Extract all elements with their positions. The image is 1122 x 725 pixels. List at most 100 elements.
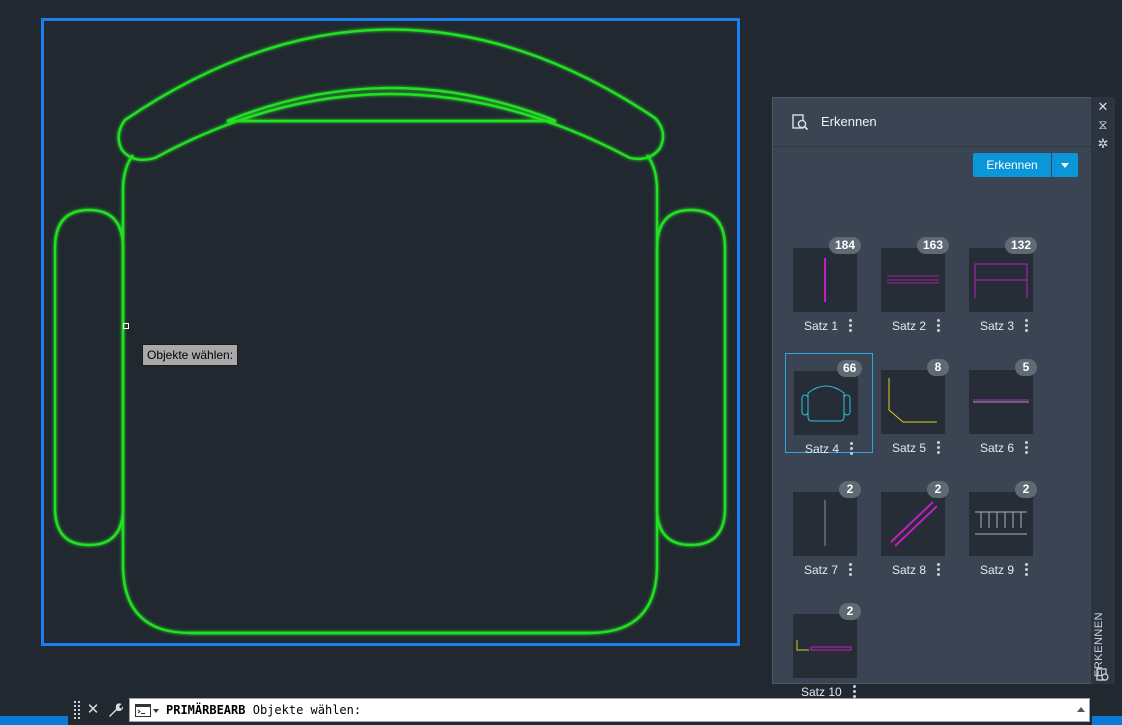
kebab-dot (937, 324, 940, 327)
chevron-up-icon[interactable] (1077, 707, 1085, 712)
wrench-icon[interactable] (106, 701, 124, 719)
selection-frame[interactable] (41, 18, 740, 646)
erkennen-split-button[interactable]: Erkennen (973, 153, 1078, 177)
erkennen-palette: Erkennen Erkennen 184 Satz 1 163 Satz 2 132 S… (772, 97, 1092, 699)
command-line-input[interactable]: PRIMÄRBEARB Objekte wählen: (129, 698, 1090, 722)
chair-backrest-outer (117, 28, 665, 161)
more-options-icon[interactable] (848, 563, 854, 579)
set-thumbnail-graphic (887, 275, 939, 284)
set-thumbnail-graphic (824, 258, 826, 302)
set-thumbnail-graphic (888, 378, 937, 423)
set-label: Satz 5 (892, 441, 927, 455)
more-options-icon[interactable] (936, 441, 942, 457)
kebab-dot (853, 690, 856, 693)
command-line-text: PRIMÄRBEARB Objekte wählen: (166, 703, 361, 717)
kebab-dot (1025, 319, 1028, 322)
pickbox-cursor (123, 323, 129, 329)
kebab-dot (1025, 324, 1028, 327)
kebab-dot (853, 685, 856, 688)
set-tile[interactable]: 132 Satz 3 (961, 231, 1049, 333)
erkennen-button[interactable]: Erkennen (973, 153, 1051, 177)
properties-gear-icon[interactable]: ✲ (1095, 136, 1111, 152)
set-thumbnail[interactable] (881, 492, 945, 556)
close-icon[interactable]: ✕ (1095, 99, 1111, 115)
status-strip (0, 716, 68, 725)
search-document-icon (792, 114, 809, 131)
right-armrest (655, 208, 727, 547)
set-thumbnail[interactable] (969, 370, 1033, 434)
set-label: Satz 2 (892, 319, 927, 333)
set-thumbnail-graphic (801, 385, 851, 422)
kebab-dot (1025, 441, 1028, 444)
kebab-dot (1025, 329, 1028, 332)
kebab-dot (850, 447, 853, 450)
more-options-icon[interactable] (936, 319, 942, 335)
count-badge: 2 (927, 481, 949, 498)
set-tile[interactable]: 2 Satz 9 (961, 475, 1049, 577)
more-options-icon[interactable] (1024, 319, 1030, 335)
count-badge: 132 (1005, 237, 1038, 254)
close-icon[interactable]: ✕ (85, 699, 101, 721)
set-tile[interactable]: 2 Satz 8 (873, 475, 961, 577)
chair-seat (121, 154, 659, 635)
left-armrest (53, 208, 125, 547)
kebab-dot (937, 446, 940, 449)
search-document-icon[interactable] (1095, 667, 1111, 683)
kebab-dot (937, 568, 940, 571)
set-thumbnail[interactable] (793, 492, 857, 556)
set-label: Satz 8 (892, 563, 927, 577)
status-strip (1092, 716, 1122, 725)
set-tile[interactable]: 66 Satz 4 (785, 353, 873, 456)
set-thumbnail[interactable] (969, 492, 1033, 556)
kebab-dot (849, 573, 852, 576)
set-thumbnail[interactable] (794, 371, 858, 435)
count-badge: 184 (829, 237, 862, 254)
set-thumbnail[interactable] (881, 248, 945, 312)
set-tile[interactable]: 2 Satz 7 (785, 475, 873, 577)
kebab-dot (850, 442, 853, 445)
set-label: Satz 10 (801, 685, 842, 699)
chevron-down-icon[interactable] (1052, 153, 1078, 177)
kebab-dot (937, 573, 940, 576)
set-tile[interactable]: 2 Satz 10 (785, 597, 873, 699)
set-thumbnail[interactable] (969, 248, 1033, 312)
more-options-icon[interactable] (936, 563, 942, 579)
count-badge: 8 (927, 359, 949, 376)
set-thumbnail[interactable] (793, 248, 857, 312)
set-thumbnail[interactable] (793, 614, 857, 678)
set-thumbnail-graphic (973, 399, 1029, 403)
command-line-grip-icon[interactable] (72, 698, 82, 722)
count-badge: 2 (839, 603, 861, 620)
set-tile[interactable]: 8 Satz 5 (873, 353, 961, 455)
kebab-dot (849, 324, 852, 327)
more-options-icon[interactable] (1024, 563, 1030, 579)
armchair-block[interactable] (53, 28, 727, 635)
set-thumbnail-graphic (890, 501, 938, 547)
kebab-dot (849, 568, 852, 571)
kebab-dot (937, 329, 940, 332)
kebab-dot (849, 563, 852, 566)
count-badge: 66 (837, 360, 863, 377)
set-thumbnail-graphic (796, 640, 852, 651)
kebab-dot (849, 329, 852, 332)
set-thumbnail-graphic (974, 263, 1028, 298)
command-prompt-icon[interactable] (135, 704, 151, 717)
autohide-icon[interactable]: ⧖ (1095, 117, 1111, 133)
chevron-down-icon[interactable] (153, 709, 159, 713)
more-options-icon[interactable] (848, 319, 854, 335)
kebab-dot (1025, 568, 1028, 571)
count-badge: 163 (917, 237, 950, 254)
kebab-dot (1025, 446, 1028, 449)
count-badge: 2 (839, 481, 861, 498)
set-thumbnail-graphic (824, 500, 826, 546)
count-badge: 2 (1015, 481, 1037, 498)
set-tile[interactable]: 5 Satz 6 (961, 353, 1049, 455)
more-options-icon[interactable] (1024, 441, 1030, 457)
set-label: Satz 9 (980, 563, 1015, 577)
set-tile[interactable]: 184 Satz 1 (785, 231, 873, 333)
kebab-dot (849, 319, 852, 322)
more-options-icon[interactable] (849, 442, 855, 458)
set-tile[interactable]: 163 Satz 2 (873, 231, 961, 333)
set-thumbnail[interactable] (881, 370, 945, 434)
kebab-dot (1025, 563, 1028, 566)
